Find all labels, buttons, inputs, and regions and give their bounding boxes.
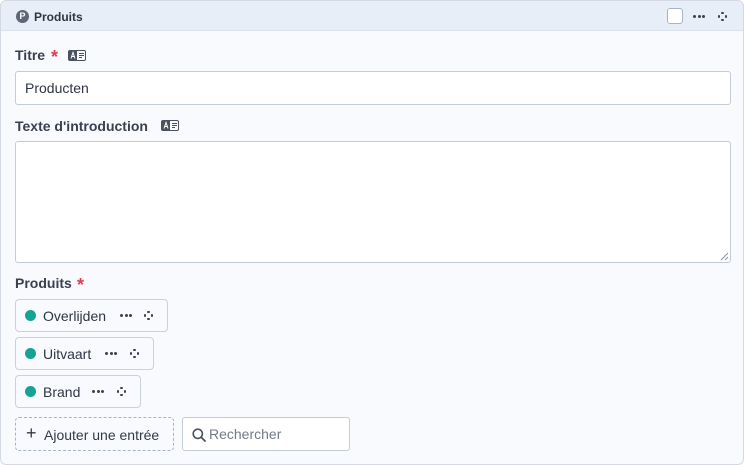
products-field-label: Produits	[15, 275, 72, 291]
product-chip-overlijden[interactable]: Overlijden	[15, 299, 168, 332]
intro-field-label: Texte d'introduction	[15, 118, 148, 134]
drag-move-icon[interactable]	[130, 349, 139, 358]
status-dot	[25, 310, 36, 321]
title-field-label: Titre	[15, 47, 46, 63]
search-icon	[192, 428, 206, 442]
required-asterisk: *	[77, 275, 85, 295]
block-header: P Produits	[1, 1, 743, 31]
intro-textarea[interactable]	[15, 141, 731, 263]
translate-icon[interactable]	[161, 120, 179, 131]
product-chip-brand[interactable]: Brand	[15, 375, 141, 408]
more-horizontal-icon[interactable]	[105, 352, 117, 355]
resize-handle-icon[interactable]	[719, 251, 729, 261]
drag-move-icon[interactable]	[144, 311, 153, 320]
status-dot	[25, 386, 36, 397]
select-block-checkbox[interactable]	[667, 8, 683, 24]
block-title: Produits	[34, 10, 83, 24]
drag-move-icon[interactable]	[117, 387, 126, 396]
products-block: P Produits Titre * Texte d'introduction …	[0, 0, 744, 465]
search-box[interactable]	[182, 417, 350, 451]
more-horizontal-icon[interactable]	[120, 314, 132, 317]
more-horizontal-icon[interactable]	[92, 390, 104, 393]
add-entry-label: Ajouter une entrée	[44, 427, 160, 443]
search-input[interactable]	[209, 419, 347, 449]
plus-icon: +	[26, 423, 37, 443]
letter-p-icon: P	[16, 10, 29, 23]
more-horizontal-icon[interactable]	[693, 15, 705, 18]
product-chip-label: Uitvaart	[43, 346, 92, 362]
product-chip-label: Overlijden	[43, 308, 107, 324]
status-dot	[25, 348, 36, 359]
product-chip-label: Brand	[43, 384, 81, 400]
product-chip-uitvaart[interactable]: Uitvaart	[15, 337, 154, 370]
title-input[interactable]	[15, 71, 731, 105]
drag-move-icon[interactable]	[718, 12, 727, 21]
add-entry-button[interactable]: + Ajouter une entrée	[15, 417, 174, 451]
required-asterisk: *	[51, 47, 59, 67]
translate-icon[interactable]	[68, 50, 86, 61]
